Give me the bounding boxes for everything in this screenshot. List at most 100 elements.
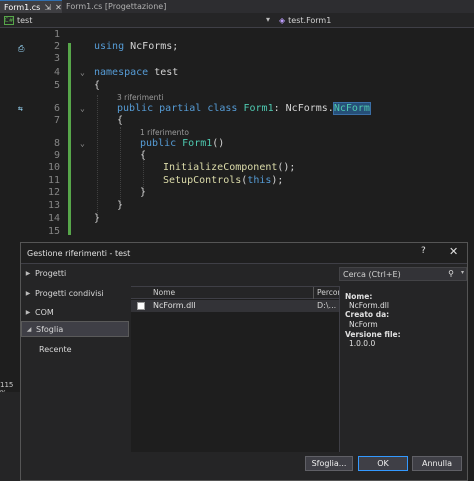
code-line: 13 } (0, 200, 474, 212)
line-number: 2 (53, 41, 60, 52)
code-line: 1 (0, 29, 474, 41)
output-panel-edge (0, 392, 22, 481)
code-text: SetupControls(this); (163, 175, 284, 186)
close-icon[interactable]: ✕ (55, 3, 62, 12)
chevron-down-icon[interactable]: ▾ (461, 269, 464, 276)
details-panel: Nome: NcForm.dll Creato da: NcForm Versi… (339, 286, 467, 452)
nav-item-progetti[interactable]: ▶ Progetti (21, 265, 129, 281)
code-line: 9 { (0, 150, 474, 162)
expand-arrow-icon: ▶ (25, 269, 31, 277)
reference-category-nav: ▶ Progetti ▶ Progetti condivisi ▶ COM ◢ … (21, 265, 131, 445)
detail-value: 1.0.0.0 (349, 339, 376, 348)
reference-manager-dialog: Gestione riferimenti - test ? ✕ ▶ Proget… (20, 242, 468, 481)
code-line: 2 using NcForms; (0, 41, 474, 53)
line-number: 1 (53, 29, 60, 40)
code-editor[interactable]: ⎙ ⇆ 3 riferimenti 1 riferimento 1 2 usin… (0, 29, 474, 269)
code-line: 11 SetupControls(this); (0, 175, 474, 187)
code-line: 10 InitializeComponent(); (0, 162, 474, 174)
reference-list: Nome Percor NcForm.dll D:\... (131, 286, 341, 452)
reference-checkbox[interactable] (137, 302, 145, 310)
code-text: InitializeComponent(); (163, 162, 296, 173)
line-number: 15 (47, 226, 60, 237)
detail-label: Creato da: (345, 310, 390, 319)
dialog-title-bar[interactable]: Gestione riferimenti - test (21, 243, 467, 264)
line-number: 4 (53, 67, 60, 78)
detail-value: NcForm (349, 320, 378, 329)
code-text: public partial class Form1: NcForms.NcFo… (117, 102, 371, 115)
search-placeholder: Cerca (Ctrl+E) (343, 269, 401, 279)
editor-tab-bar: Form1.cs ⇲ ✕ Form1.cs [Progettazione] (0, 0, 474, 13)
code-text: } (94, 213, 101, 224)
column-header-path[interactable]: Percor (317, 288, 341, 297)
list-item[interactable]: NcForm.dll D:\... (131, 300, 339, 312)
code-line: 4 ⌄ namespace test (0, 67, 474, 79)
line-number: 11 (47, 175, 60, 186)
code-text: { (117, 115, 124, 126)
expand-arrow-icon: ▶ (25, 289, 31, 297)
code-line: 7 { (0, 115, 474, 127)
line-number: 6 (53, 103, 60, 114)
codelens-references[interactable]: 3 riferimenti (117, 93, 163, 103)
nav-item-label: Progetti (35, 268, 67, 278)
line-number: 13 (47, 200, 60, 211)
zoom-level[interactable]: 115 % (0, 381, 20, 397)
code-text: public Form1() (140, 138, 225, 149)
collapse-icon[interactable]: ⌄ (80, 67, 85, 79)
line-number: 10 (47, 162, 60, 173)
code-line: 6 ⌄ public partial class Form1: NcForms.… (0, 102, 474, 115)
code-text: namespace test (94, 67, 179, 78)
highlighted-type: NcForm (332, 102, 371, 115)
csharp-project-icon: C# (4, 16, 14, 25)
nav-item-recente[interactable]: Recente (21, 341, 129, 357)
nav-item-sfoglia[interactable]: ◢ Sfoglia (21, 321, 129, 337)
code-text: { (94, 80, 101, 91)
collapse-arrow-icon: ◢ (26, 325, 32, 333)
tab-form1-designer[interactable]: Form1.cs [Progettazione] (62, 0, 170, 13)
tab-label: Form1.cs (4, 2, 41, 12)
list-header: Nome Percor (131, 287, 341, 299)
code-text: { (140, 150, 147, 161)
code-line: 14 } (0, 213, 474, 225)
browse-button[interactable]: Sfoglia... (305, 456, 353, 471)
reference-path: D:\... (317, 301, 337, 310)
collapse-icon[interactable]: ⌄ (80, 103, 85, 115)
collapse-icon[interactable]: ⌄ (80, 138, 85, 150)
column-header-name[interactable]: Nome (153, 288, 175, 297)
help-button[interactable]: ? (421, 246, 426, 256)
nav-item-progetti-condivisi[interactable]: ▶ Progetti condivisi (21, 285, 129, 301)
reference-name: NcForm.dll (153, 301, 196, 310)
code-line: 15 (0, 226, 474, 238)
nav-item-label: Sfoglia (36, 324, 64, 334)
close-button[interactable]: ✕ (449, 245, 458, 258)
code-line: 5 { (0, 80, 474, 92)
search-input[interactable]: Cerca (Ctrl+E) ⚲ ▾ (339, 267, 467, 281)
project-dropdown[interactable]: C# test ▾ (4, 15, 270, 26)
expand-arrow-icon: ▶ (25, 308, 31, 316)
tab-form1-cs[interactable]: Form1.cs ⇲ ✕ (0, 0, 62, 13)
column-divider[interactable] (313, 287, 314, 299)
tab-label: Form1.cs [Progettazione] (66, 2, 167, 11)
line-number: 3 (53, 53, 60, 64)
nav-item-label: Progetti condivisi (35, 288, 104, 298)
dialog-title: Gestione riferimenti - test (27, 248, 131, 258)
code-text: } (140, 187, 147, 198)
code-line: 8 ⌄ public Form1() (0, 138, 474, 150)
nav-item-com[interactable]: ▶ COM (21, 304, 129, 320)
class-icon: ◈ (279, 16, 286, 25)
member-dropdown[interactable]: ◈ test.Form1 (279, 15, 331, 26)
chevron-down-icon: ▾ (265, 15, 270, 24)
detail-label: Nome: (345, 292, 373, 301)
line-number: 9 (53, 150, 60, 161)
code-text: using NcForms; (94, 41, 179, 52)
search-icon[interactable]: ⚲ (448, 269, 454, 278)
cancel-button[interactable]: Annulla (412, 456, 462, 471)
navigation-bar: C# test ▾ ◈ test.Form1 (0, 13, 474, 28)
detail-value: NcForm.dll (349, 301, 389, 310)
project-name: test (17, 16, 33, 25)
line-number: 8 (53, 138, 60, 149)
code-line: 3 (0, 53, 474, 65)
pin-icon[interactable]: ⇲ (44, 3, 51, 12)
codelens-references[interactable]: 1 riferimento (140, 128, 189, 138)
ok-button[interactable]: OK (358, 456, 408, 471)
detail-label: Versione file: (345, 330, 401, 339)
